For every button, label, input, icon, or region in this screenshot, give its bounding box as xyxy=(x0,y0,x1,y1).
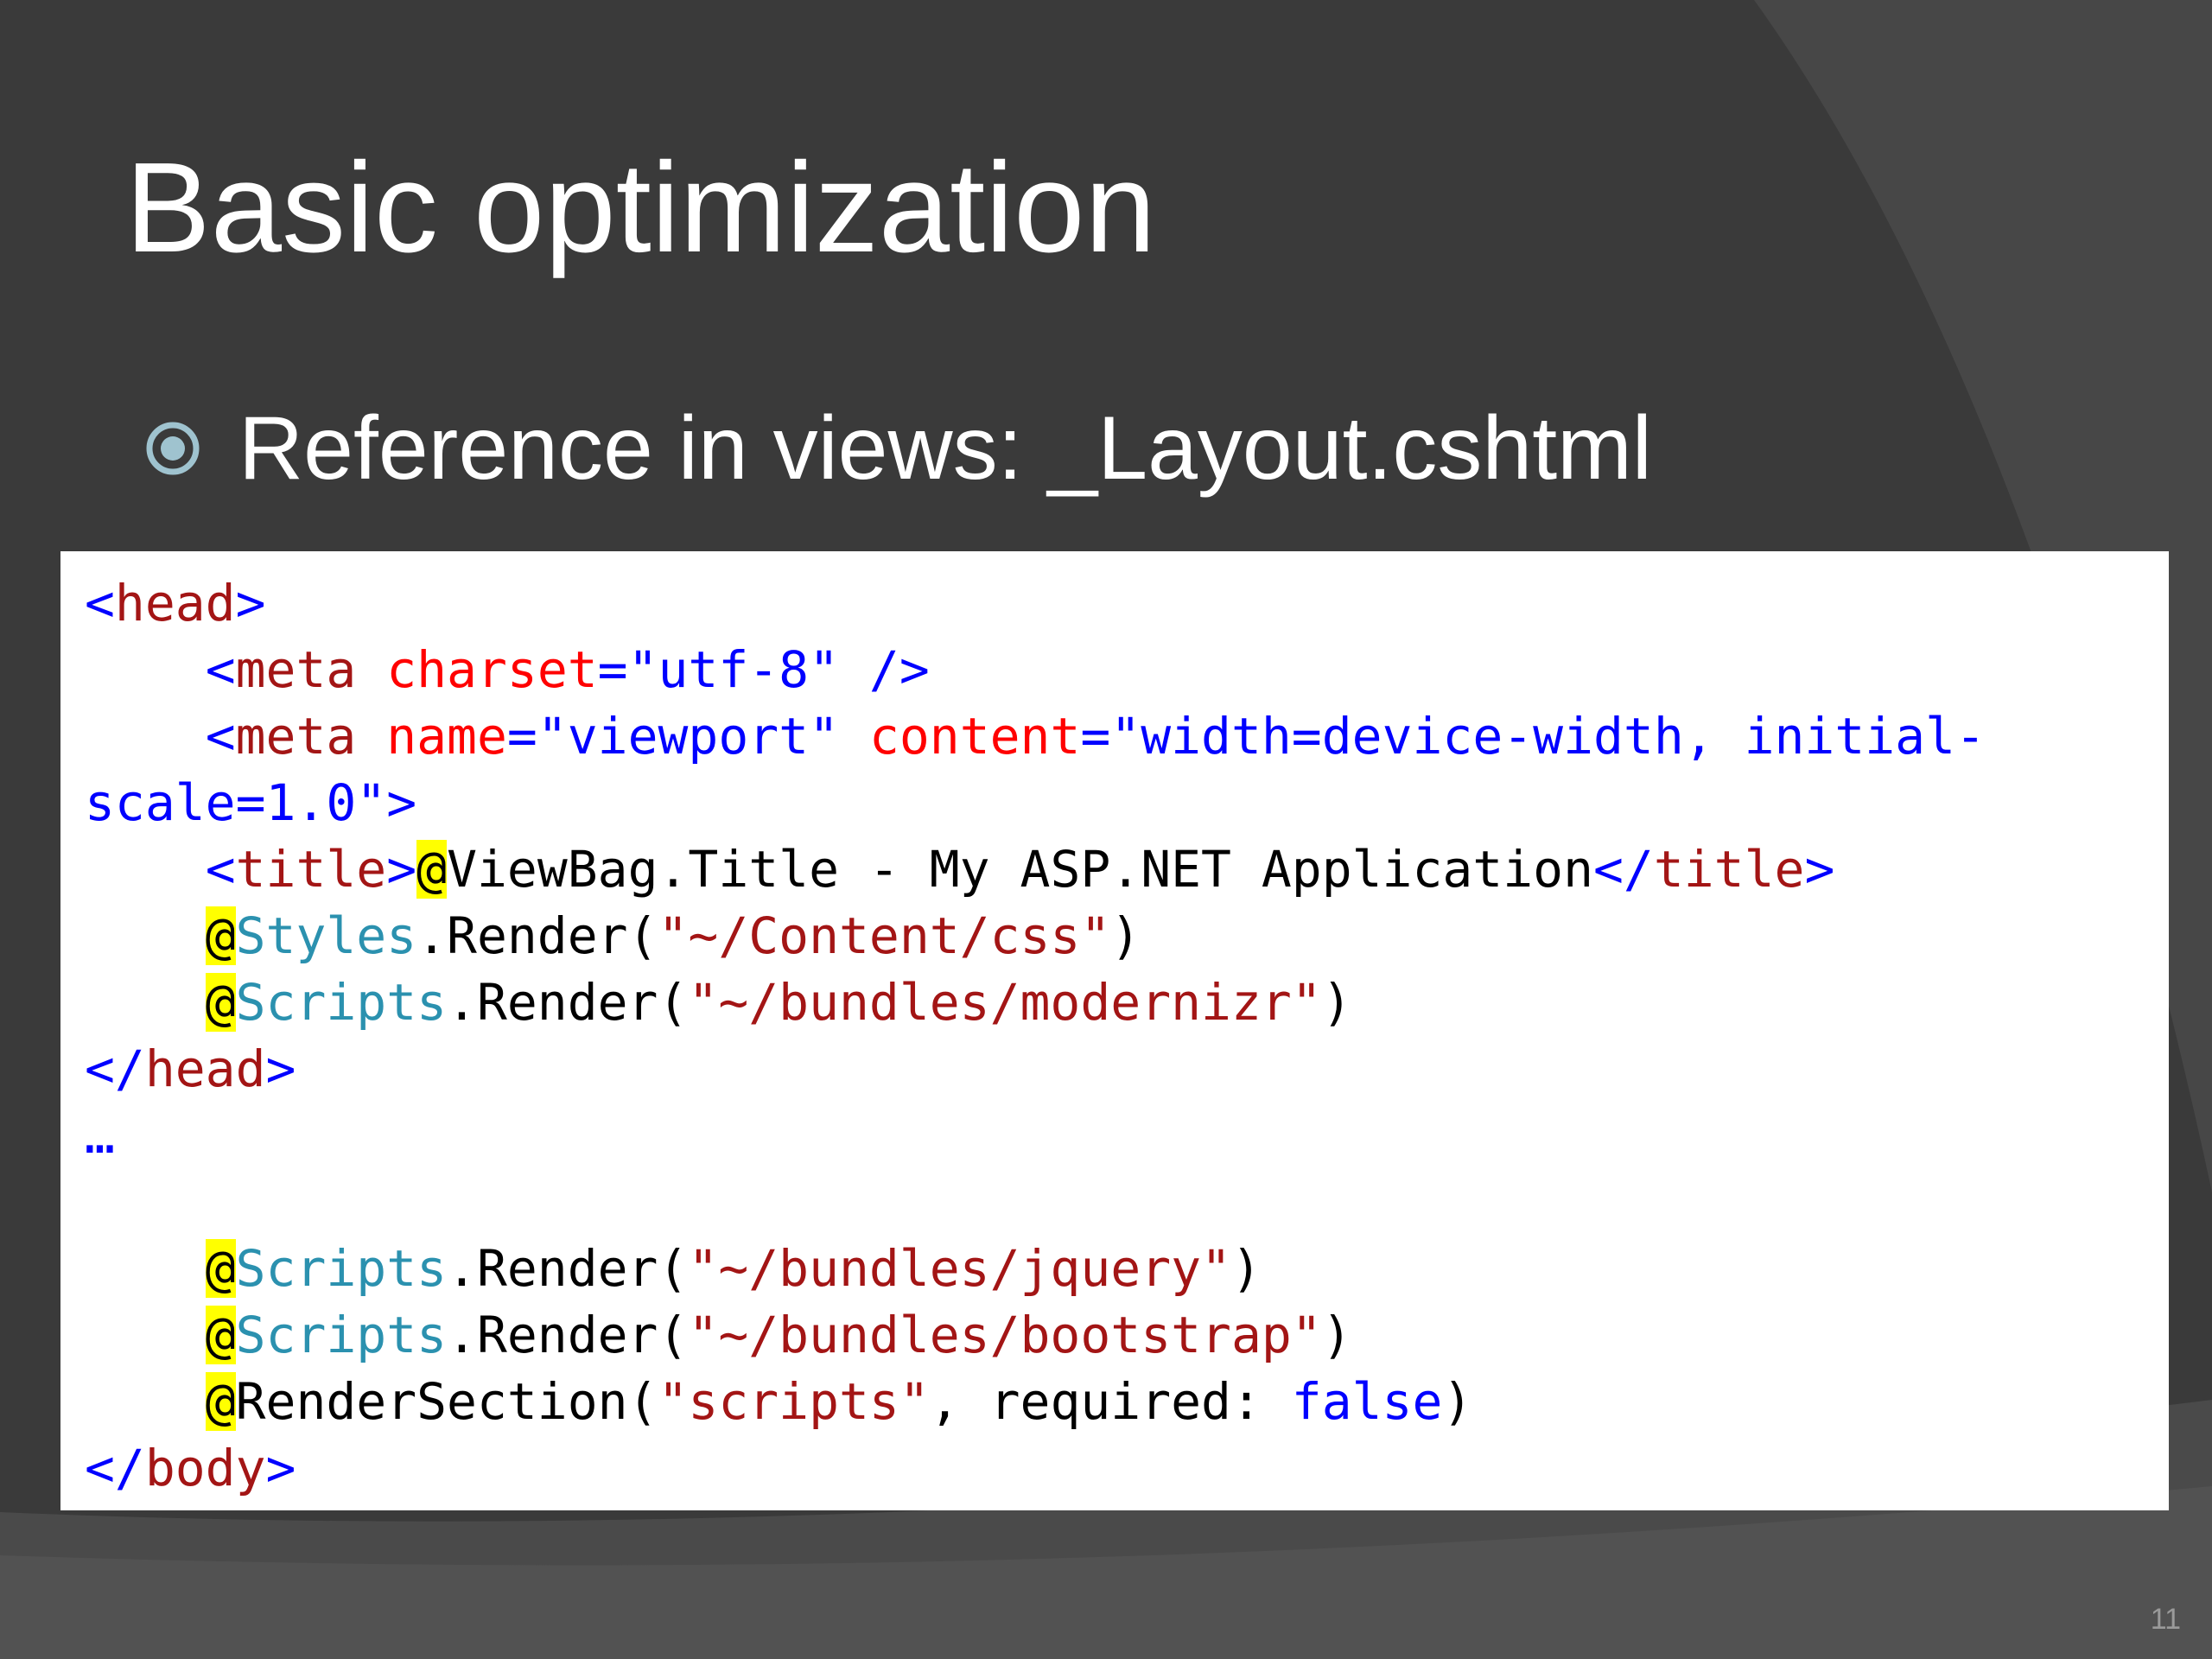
bullet-item: Reference in views: _Layout.cshtml xyxy=(145,399,1652,498)
code-line: @RenderSection("scripts", required: fals… xyxy=(85,1369,2169,1435)
code-token: content xyxy=(868,707,1081,766)
code-token: ) xyxy=(1442,1372,1473,1431)
code-token: ="width=device-width, initial- xyxy=(1080,707,1986,766)
code-token: false xyxy=(1291,1372,1443,1431)
razor-at-token: @ xyxy=(205,1372,236,1431)
code-token: > xyxy=(235,574,266,632)
code-token: meta xyxy=(235,640,357,699)
code-token: ="viewport" xyxy=(506,707,840,766)
code-token: ) xyxy=(1230,1239,1262,1298)
code-token: Scripts xyxy=(235,1239,448,1298)
code-token: title xyxy=(1653,840,1805,899)
code-token: "~/Content/css" xyxy=(658,906,1111,965)
code-line: @Scripts.Render("~/bundles/bootstrap") xyxy=(85,1302,2169,1369)
code-token: body xyxy=(144,1439,266,1497)
code-token: .Render( xyxy=(447,1306,689,1364)
code-token: </ xyxy=(85,1039,145,1098)
code-token: … xyxy=(85,1106,115,1165)
razor-at-token: @ xyxy=(205,1306,236,1364)
code-line: scale=1.0"> xyxy=(85,770,2169,836)
code-line: <meta charset="utf-8" /> xyxy=(85,637,2169,703)
code-token: , required: xyxy=(929,1372,1292,1431)
code-token: < xyxy=(85,574,115,632)
code-token: ViewBag.Title - My ASP.NET Application xyxy=(447,840,1593,899)
code-token: ="utf-8" /> xyxy=(597,640,930,699)
code-token: < xyxy=(205,640,236,699)
code-token: > xyxy=(1804,840,1835,899)
code-token: .Render( xyxy=(416,906,658,965)
razor-at-token: @ xyxy=(205,906,236,965)
code-token: "~/bundles/bootstrap" xyxy=(688,1306,1322,1364)
code-line: … xyxy=(85,1103,2169,1169)
slide-number: 11 xyxy=(2150,1603,2181,1636)
code-token: scale=1.0"> xyxy=(85,773,417,832)
code-token: ) xyxy=(1321,973,1352,1032)
bullet-text: Reference in views: _Layout.cshtml xyxy=(238,398,1652,499)
code-token: name xyxy=(386,707,507,766)
razor-at-token: @ xyxy=(416,840,448,899)
code-token: < xyxy=(205,840,236,899)
code-line: <head> xyxy=(85,570,2169,637)
code-token: > xyxy=(265,1039,296,1098)
code-token: .Render( xyxy=(447,1239,689,1298)
code-block: <head> <meta charset="utf-8" /> <meta na… xyxy=(60,551,2169,1510)
code-token: "scripts" xyxy=(658,1372,930,1431)
code-token: charset xyxy=(386,640,598,699)
code-token: < xyxy=(205,707,236,766)
code-line: </head> xyxy=(85,1036,2169,1103)
code-token: "~/bundles/jquery" xyxy=(688,1239,1231,1298)
code-token: head xyxy=(144,1039,266,1098)
code-token: > xyxy=(265,1439,296,1497)
code-line: <meta name="viewport" content="width=dev… xyxy=(85,703,2169,770)
code-token: Scripts xyxy=(235,973,448,1032)
code-line: <title>@ViewBag.Title - My ASP.NET Appli… xyxy=(85,836,2169,903)
code-token: Scripts xyxy=(235,1306,448,1364)
code-token: </ xyxy=(85,1439,145,1497)
code-line: </body> xyxy=(85,1435,2169,1502)
razor-at-token: @ xyxy=(205,973,236,1032)
razor-at-token: @ xyxy=(205,1239,236,1298)
code-token: ) xyxy=(1110,906,1141,965)
code-token: </ xyxy=(1592,840,1654,899)
slide-title: Basic optimization xyxy=(125,137,1156,279)
code-token: > xyxy=(386,840,417,899)
code-token: ) xyxy=(1321,1306,1352,1364)
code-line: @Styles.Render("~/Content/css") xyxy=(85,903,2169,969)
code-token: RenderSection( xyxy=(235,1372,658,1431)
code-token: meta xyxy=(235,707,357,766)
code-token: head xyxy=(114,574,236,632)
code-line: @Scripts.Render("~/bundles/jquery") xyxy=(85,1236,2169,1302)
code-token: title xyxy=(235,840,387,899)
code-token: .Render( xyxy=(447,973,689,1032)
code-token: "~/bundles/modernizr" xyxy=(688,973,1322,1032)
code-line: @Scripts.Render("~/bundles/modernizr") xyxy=(85,969,2169,1036)
circle-bullet-icon xyxy=(145,421,200,476)
code-token: Styles xyxy=(235,906,417,965)
